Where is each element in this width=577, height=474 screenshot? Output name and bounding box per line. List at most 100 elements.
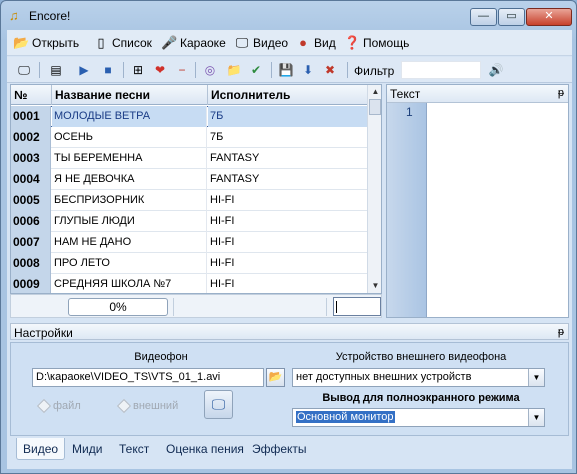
menu-list[interactable]: ▯ Список (93, 34, 152, 52)
playlist-icon[interactable]: ▤ (47, 61, 65, 79)
song-table-scrollbar[interactable]: ▲ ▼ (367, 85, 381, 293)
filter-label: Фильтр (354, 64, 395, 78)
scroll-up-icon[interactable]: ▲ (371, 87, 380, 96)
fullscreen-output-label: Вывод для полноэкранного режима (322, 392, 520, 404)
table-row[interactable]: 0003 ТЫ БЕРЕМЕННА FANTASY (11, 148, 367, 169)
pin-icon[interactable]: ᵽ (558, 326, 564, 338)
song-name: НАМ НЕ ДАНО (52, 232, 207, 253)
filter-input[interactable] (401, 61, 481, 79)
table-row[interactable]: 0002 ОСЕНЬ 7Б (11, 127, 367, 148)
radio-external-label: внешний (133, 400, 179, 412)
column-header-song-name[interactable]: Название песни (52, 85, 208, 105)
chevron-down-icon[interactable]: ▼ (528, 369, 544, 386)
close-button[interactable]: ✕ (526, 8, 572, 26)
table-row[interactable]: 0005 БЕСПРИЗОРНИК HI-FI (11, 190, 367, 211)
song-artist: HI-FI (210, 257, 235, 269)
volume-icon[interactable]: 🔊 (487, 61, 505, 79)
browse-folder-icon[interactable]: 📂 (266, 368, 285, 387)
monitor-icon: 🖵 (235, 35, 249, 50)
lyrics-panel-title: Текст (390, 87, 421, 101)
radio-file[interactable]: файл (36, 398, 81, 414)
tab-midi[interactable]: Миди (66, 438, 108, 460)
radio-external[interactable]: внешний (116, 398, 179, 414)
video-background-label: Видеофон (134, 351, 188, 363)
client-area: 📂 Открыть ▯ Список 🎤 Караоке 🖵 Видео ● В… (7, 30, 572, 469)
row-number: 0007 (11, 232, 51, 253)
settings-header: Настройки ᵽ (10, 323, 569, 340)
lyrics-panel-header: Текст ᵽ (387, 85, 568, 103)
stop-icon[interactable]: ■ (99, 61, 117, 79)
menu-open[interactable]: 📂 Открыть (13, 34, 79, 52)
lyrics-text-panel: Текст ᵽ 1 (386, 84, 569, 318)
new-folder-icon[interactable]: 📁 (225, 61, 243, 79)
song-table-header: № Название песни Исполнитель (11, 85, 367, 105)
menu-video[interactable]: 🖵 Видео (234, 34, 288, 52)
save-icon[interactable]: 💾 (277, 61, 295, 79)
disc-icon[interactable]: ◎ (201, 61, 219, 79)
monitor-icon[interactable]: 🖵 (204, 390, 233, 419)
check-icon[interactable]: ✔ (247, 61, 265, 79)
table-row[interactable]: 0004 Я НЕ ДЕВОЧКА FANTASY (11, 169, 367, 190)
fullscreen-output-select[interactable]: Основной монитор ▼ (292, 408, 545, 427)
toolbar-separator (347, 62, 348, 78)
radio-file-label: файл (53, 400, 81, 412)
line-number-gutter (387, 103, 427, 317)
row-number: 0004 (11, 169, 51, 190)
song-name: ПРО ЛЕТО (52, 253, 207, 274)
row-number: 0009 (11, 274, 51, 293)
video-path-input[interactable]: D:\караоке\VIDEO_TS\VTS_01_1.avi (32, 368, 264, 387)
menu-open-label: Открыть (32, 36, 80, 50)
menu-help-label: Помощь (363, 36, 410, 50)
external-device-label: Устройство внешнего видеофона (335, 351, 507, 363)
song-artist: HI-FI (210, 194, 235, 206)
window-title: Encore! (29, 9, 71, 23)
tab-video[interactable]: Видео (16, 438, 66, 460)
menu-view[interactable]: ● Вид (295, 34, 336, 52)
song-artist: FANTASY (210, 173, 260, 185)
row-number: 0006 (11, 211, 51, 232)
song-name: Я НЕ ДЕВОЧКА (52, 169, 207, 190)
remove-icon[interactable]: − (173, 61, 191, 79)
monitor-icon[interactable]: 🖵 (15, 61, 33, 79)
title-bar[interactable]: ♫ Encore! — ▭ ✕ (1, 1, 576, 29)
column-header-number[interactable]: № (11, 85, 52, 105)
line-number: 1 (406, 105, 413, 119)
column-header-artist[interactable]: Исполнитель (208, 85, 367, 105)
song-name: СРЕДНЯЯ ШКОЛА №7 (52, 274, 207, 293)
table-row[interactable]: 0001 МОЛОДЫЕ ВЕТРА 7Б (11, 106, 367, 127)
settings-panel: Видеофон D:\караоке\VIDEO_TS\VTS_01_1.av… (10, 342, 569, 436)
table-row[interactable]: 0009 СРЕДНЯЯ ШКОЛА №7 HI-FI (11, 274, 367, 293)
row-number: 0002 (11, 127, 51, 148)
toolbar: 🖵 ▤ ▶ ■ ⊞ ❤ − ◎ 📁 ✔ 💾 ⬇ ✖ Фильтр 🔊 (7, 57, 572, 83)
tab-text[interactable]: Текст (113, 438, 155, 460)
song-name: БЕСПРИЗОРНИК (52, 190, 207, 211)
scroll-down-icon[interactable]: ▼ (371, 281, 380, 290)
tab-effects[interactable]: Эффекты (246, 438, 313, 460)
minimize-button[interactable]: — (470, 8, 497, 26)
status-input[interactable] (333, 297, 381, 316)
song-artist: 7Б (210, 131, 224, 143)
table-row[interactable]: 0008 ПРО ЛЕТО HI-FI (11, 253, 367, 274)
favorite-heart-icon[interactable]: ❤ (151, 61, 169, 79)
menu-help[interactable]: ❓ Помощь (344, 34, 409, 52)
external-device-select[interactable]: нет доступных внешних устройств ▼ (292, 368, 545, 387)
table-row[interactable]: 0006 ГЛУПЫЕ ЛЮДИ HI-FI (11, 211, 367, 232)
fullscreen-output-value: Основной монитор (296, 411, 395, 423)
delete-icon[interactable]: ✖ (321, 61, 339, 79)
song-name: ТЫ БЕРЕМЕННА (52, 148, 207, 169)
status-field (173, 298, 327, 316)
menu-video-label: Видео (253, 36, 289, 50)
download-icon[interactable]: ⬇ (299, 61, 317, 79)
tab-singing-score[interactable]: Оценка пения (160, 438, 250, 460)
table-row[interactable]: 0007 НАМ НЕ ДАНО HI-FI (11, 232, 367, 253)
pin-icon[interactable]: ᵽ (558, 87, 564, 99)
menu-list-label: Список (112, 36, 152, 50)
maximize-button[interactable]: ▭ (498, 8, 525, 26)
menu-karaoke[interactable]: 🎤 Караоке (161, 34, 226, 52)
open-folder-icon: 📂 (13, 35, 30, 50)
play-icon[interactable]: ▶ (75, 61, 93, 79)
chevron-down-icon[interactable]: ▼ (528, 409, 544, 426)
add-playlist-icon[interactable]: ⊞ (129, 61, 147, 79)
scroll-thumb[interactable] (369, 99, 381, 115)
menu-karaoke-label: Караоке (180, 36, 226, 50)
